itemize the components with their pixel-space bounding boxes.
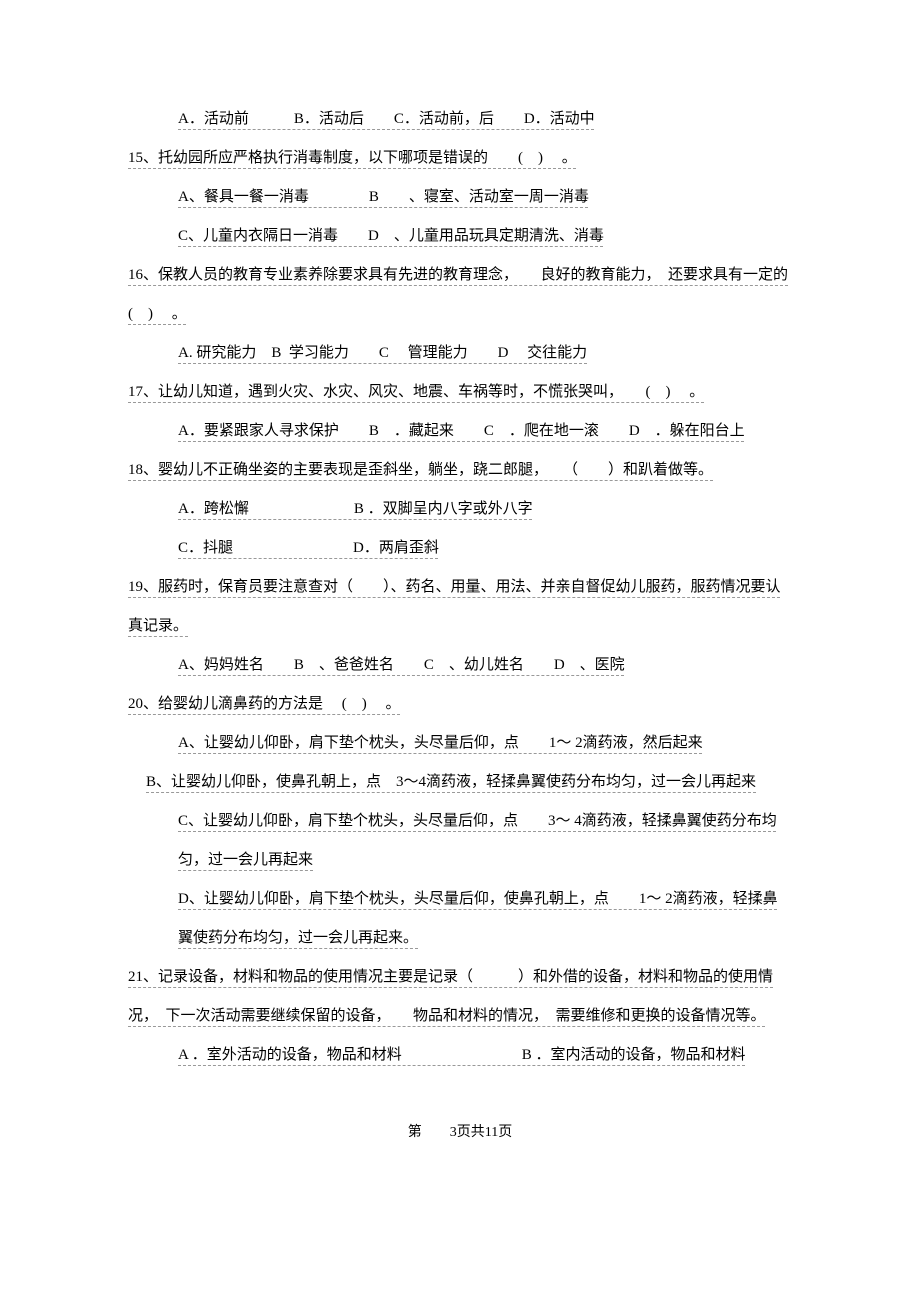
q21-text: 21、记录设备，材料和物品的使用情况主要是记录（ ）和外借的设备，材料和物品的使… xyxy=(128,958,792,1036)
q18-option-row-1: A．跨松懈 B ．双脚呈内八字或外八字 xyxy=(128,490,792,529)
q15-text: 15、托幼园所应严格执行消毒制度，以下哪项是错误的 ( ) 。 xyxy=(128,139,792,178)
q16-text: 16、保教人员的教育专业素养除要求具有先进的教育理念， 良好的教育能力， 还要求… xyxy=(128,256,792,334)
q18-option-row-2: C．抖腿 D．两肩歪斜 xyxy=(128,529,792,568)
q18-text: 18、婴幼儿不正确坐姿的主要表现是歪斜坐，躺坐，跷二郎腿， （ ）和趴着做等。 xyxy=(128,451,792,490)
q21-options: A ．室外活动的设备，物品和材料 B ．室内活动的设备，物品和材料 xyxy=(128,1036,792,1075)
q20-option-c: C、让婴幼儿仰卧，肩下垫个枕头，头尽量后仰，点 3～ 4滴药液，轻揉鼻翼使药分布… xyxy=(128,802,792,880)
q15-option-row-1: A、餐具一餐一消毒 B 、寝室、活动室一周一消毒 xyxy=(128,178,792,217)
q20-option-b: B、让婴幼儿仰卧，使鼻孔朝上，点 3～4滴药液，轻揉鼻翼使药分布均匀，过一会儿再… xyxy=(128,763,792,802)
q17-options: A．要紧跟家人寻求保护 B ．藏起来 C ．爬在地一滚 D ．躲在阳台上 xyxy=(128,412,792,451)
q20-text: 20、给婴幼儿滴鼻药的方法是 ( ) 。 xyxy=(128,685,792,724)
q20-option-d: D、让婴幼儿仰卧，肩下垫个枕头，头尽量后仰，使鼻孔朝上，点 1～ 2滴药液，轻揉… xyxy=(128,880,792,958)
q17-text: 17、让幼儿知道，遇到火灾、水灾、风灾、地震、车祸等时，不慌张哭叫， ( ) 。 xyxy=(128,373,792,412)
q19-text: 19、服药时，保育员要注意查对（ ）、药名、用量、用法、并亲自督促幼儿服药，服药… xyxy=(128,568,792,646)
q19-options: A、妈妈姓名 B 、爸爸姓名 C 、幼儿姓名 D 、医院 xyxy=(128,646,792,685)
q15-option-row-2: C、儿童内衣隔日一消毒 D 、儿童用品玩具定期清洗、消毒 xyxy=(128,217,792,256)
q20-option-a: A、让婴幼儿仰卧，肩下垫个枕头，头尽量后仰，点 1～ 2滴药液，然后起来 xyxy=(128,724,792,763)
q16-options: A. 研究能力 B 学习能力 C 管理能力 D 交往能力 xyxy=(128,334,792,373)
page-footer: 第 3页共11页 xyxy=(128,1115,792,1151)
q14-options: A．活动前 B．活动后 C．活动前，后 D．活动中 xyxy=(128,100,792,139)
document-page: A．活动前 B．活动后 C．活动前，后 D．活动中 15、托幼园所应严格执行消毒… xyxy=(0,0,920,1191)
